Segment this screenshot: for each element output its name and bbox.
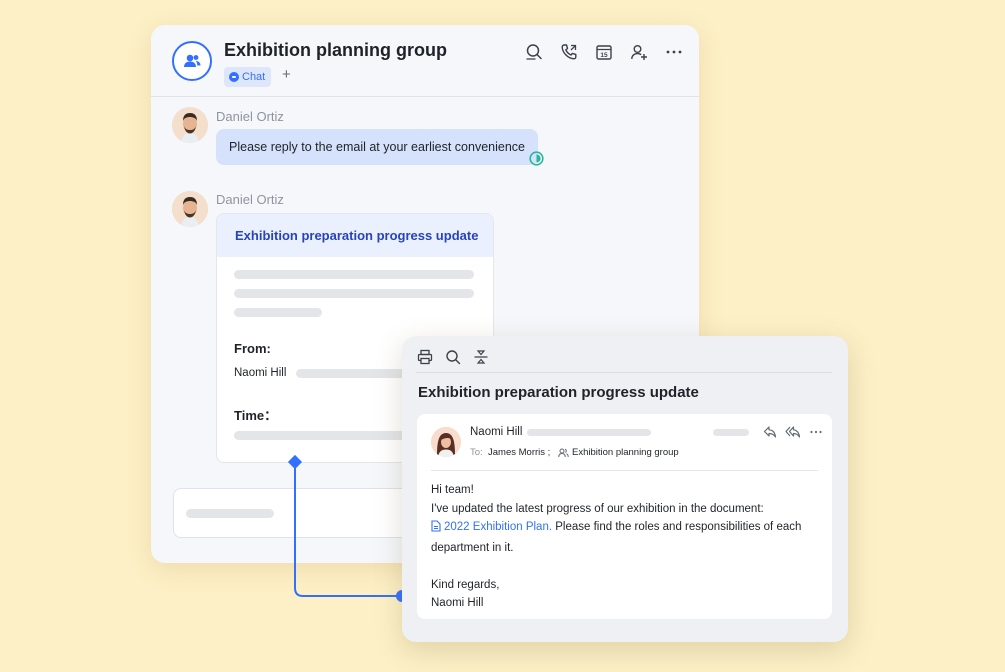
strikethrough-icon[interactable]: [472, 348, 489, 365]
mail-signature: Naomi Hill: [431, 597, 484, 609]
group-icon: [184, 54, 201, 67]
tab-chat-label: Chat: [242, 71, 266, 83]
print-icon[interactable]: [416, 348, 433, 365]
from-value: Naomi Hill: [234, 367, 287, 379]
avatar[interactable]: [172, 107, 208, 143]
mail-body: Hi team! I've updated the latest progres…: [431, 481, 823, 613]
document-link[interactable]: 2022 Exhibition Plan.: [444, 521, 552, 533]
placeholder-line: [234, 308, 322, 317]
message-bubble[interactable]: Please reply to the email at your earlie…: [216, 129, 538, 165]
mail-sender: Naomi Hill: [470, 426, 523, 438]
calendar-icon[interactable]: 15: [593, 41, 615, 63]
mail-toolbar: [416, 348, 489, 365]
mail-recipient-group[interactable]: Exhibition planning group: [572, 447, 679, 458]
mail-window: Exhibition preparation progress update N…: [402, 336, 848, 642]
divider: [416, 372, 832, 373]
mail-message: Naomi Hill To: James Morris ; Exhibition…: [417, 414, 832, 619]
more-icon[interactable]: [663, 41, 685, 63]
mail-actions: [762, 425, 824, 439]
time-label: Time：: [234, 408, 278, 423]
tab-chat[interactable]: Chat: [224, 67, 272, 87]
placeholder-line: [527, 429, 651, 436]
message-sender: Daniel Ortiz: [216, 192, 284, 207]
mail-body-line: 2022 Exhibition Plan. Please find the ro…: [431, 518, 823, 539]
group-avatar[interactable]: [172, 41, 212, 81]
chat-title: Exhibition planning group: [224, 40, 447, 60]
more-icon[interactable]: [808, 425, 824, 439]
call-icon[interactable]: [558, 41, 580, 63]
placeholder-line: [186, 509, 274, 518]
message-sender: Daniel Ortiz: [216, 109, 284, 124]
mail-body-line: department in it.: [431, 541, 514, 554]
mail-body-line: I've updated the latest progress of our …: [431, 502, 764, 515]
search-icon[interactable]: [523, 41, 545, 63]
placeholder-line: [234, 289, 474, 298]
mail-greeting: Hi team!: [431, 484, 474, 496]
placeholder-line: [713, 429, 749, 436]
calendar-day: 15: [600, 52, 608, 59]
avatar[interactable]: [172, 191, 208, 227]
reply-icon[interactable]: [762, 425, 778, 439]
mail-recipient[interactable]: James Morris ;: [488, 447, 550, 458]
email-card-title: Exhibition preparation progress update: [217, 214, 493, 257]
chat-header-actions: 15: [523, 41, 685, 63]
to-label: To:: [470, 447, 483, 458]
group-icon: [558, 448, 569, 458]
chat-header: Exhibition planning group Chat + 15: [151, 25, 699, 97]
chat-bubble-icon: [229, 72, 239, 82]
document-icon: [431, 520, 441, 539]
avatar[interactable]: [431, 427, 461, 457]
read-status-icon: [529, 151, 544, 166]
from-label: From:: [234, 341, 271, 356]
message-input[interactable]: [173, 488, 433, 538]
mail-subject: Exhibition preparation progress update: [418, 384, 699, 401]
mail-closing: Kind regards,: [431, 578, 500, 591]
mail-body-text: Please find the roles and responsibiliti…: [552, 521, 802, 533]
search-icon[interactable]: [444, 348, 461, 365]
placeholder-line: [234, 270, 474, 279]
divider: [431, 470, 818, 471]
reply-all-icon[interactable]: [785, 425, 801, 439]
add-member-icon[interactable]: [628, 41, 650, 63]
add-tab-button[interactable]: +: [282, 66, 291, 83]
